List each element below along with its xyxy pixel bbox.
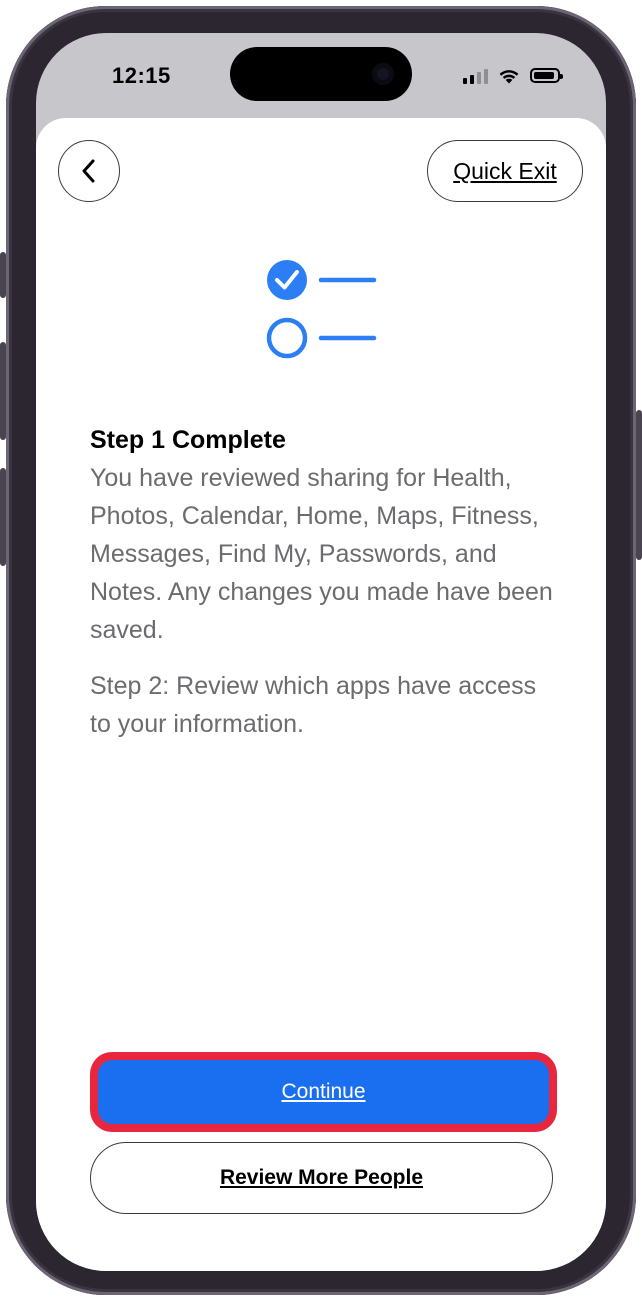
- cellular-signal-icon: [463, 68, 488, 84]
- back-button[interactable]: [58, 140, 120, 202]
- power-button: [636, 410, 642, 560]
- action-button: [0, 252, 6, 298]
- step-title: Step 1 Complete: [90, 426, 286, 454]
- front-camera-icon: [372, 63, 394, 85]
- step-description: You have reviewed sharing for Health, Ph…: [90, 464, 553, 644]
- screen: 12:15 Quick Exit Step 1 Complete You hav…: [36, 33, 606, 1271]
- chevron-left-icon: [82, 159, 95, 183]
- sheet: Quick Exit Step 1 Complete You have revi…: [36, 118, 606, 1271]
- battery-icon: [530, 68, 563, 83]
- checklist-icon: [266, 260, 377, 359]
- status-indicators: [463, 67, 563, 84]
- volume-up-button: [0, 342, 6, 440]
- status-time: 12:15: [112, 63, 171, 88]
- volume-down-button: [0, 468, 6, 566]
- review-more-people-button[interactable]: Review More People: [90, 1142, 553, 1214]
- dynamic-island: [230, 47, 412, 101]
- quick-exit-button[interactable]: Quick Exit: [427, 140, 583, 202]
- wifi-icon: [499, 70, 519, 84]
- step-2-description: Step 2: Review which apps have access to…: [90, 672, 537, 738]
- continue-button[interactable]: Continue: [98, 1060, 549, 1124]
